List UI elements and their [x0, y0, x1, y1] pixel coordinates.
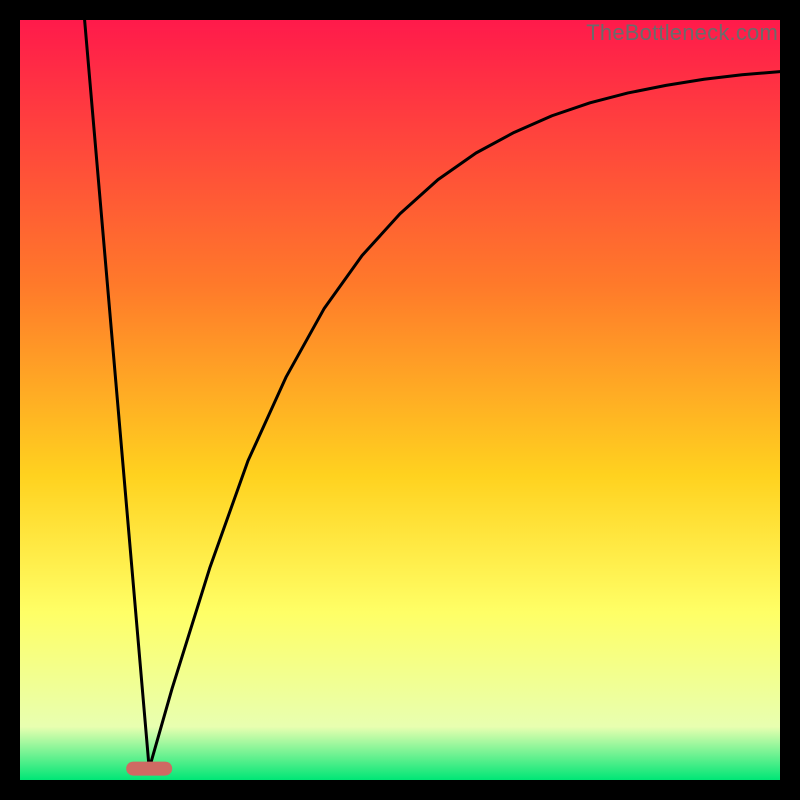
watermark-text: TheBottleneck.com [586, 20, 778, 46]
valley-marker [126, 762, 172, 776]
chart-background [20, 20, 780, 780]
chart-svg [20, 20, 780, 780]
chart-plot [20, 20, 780, 780]
chart-marker [126, 762, 172, 776]
chart-frame: TheBottleneck.com [20, 20, 780, 780]
